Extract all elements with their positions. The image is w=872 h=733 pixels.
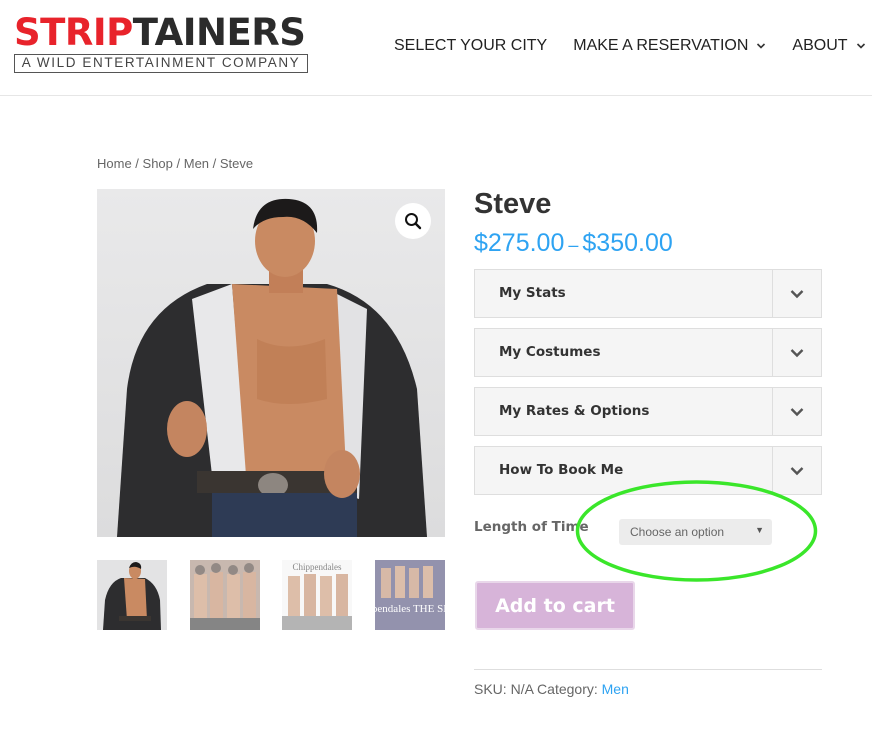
nav-item-select-city[interactable]: SELECT YOUR CITY [394, 37, 547, 55]
chevron-down-icon [790, 348, 804, 357]
price-separator: – [568, 235, 579, 255]
breadcrumb-current: Steve [219, 156, 254, 171]
meta-divider [474, 669, 822, 670]
breadcrumb-separator: / [172, 156, 184, 171]
caret-down-icon: ▼ [755, 525, 764, 535]
logo-wordmark: STRIPTAINERS [14, 14, 310, 52]
thumbnail-brand-text: Chippendales [293, 562, 342, 572]
magnifier-icon [405, 213, 422, 230]
thumbnail-4[interactable]: Chippendales THE SHOW [374, 560, 445, 630]
product-title: Steve [474, 188, 552, 220]
thumbnail-1[interactable] [97, 560, 167, 630]
accordion-toggle[interactable] [772, 447, 821, 494]
chevron-down-icon [757, 43, 766, 49]
thumbnail-show-text: Chippendales THE SHOW [375, 603, 445, 615]
thumbnail-image: Chippendales THE SHOW [374, 560, 445, 630]
accordion-how-to-book[interactable]: How To Book Me [474, 446, 822, 495]
variation-label: Length of Time [474, 519, 589, 535]
site-header: STRIPTAINERS A WILD ENTERTAINMENT COMPAN… [0, 0, 872, 96]
accordion-my-stats[interactable]: My Stats [474, 269, 822, 318]
sku-value: N/A [510, 681, 534, 697]
breadcrumb-home[interactable]: Home [97, 156, 132, 171]
accordion-label: My Rates & Options [499, 403, 650, 419]
breadcrumb-category[interactable]: Men [184, 156, 209, 171]
zoom-button[interactable] [395, 203, 431, 239]
thumbnail-2[interactable] [189, 560, 260, 630]
thumbnail-image [189, 560, 260, 630]
accordion-my-rates-options[interactable]: My Rates & Options [474, 387, 822, 436]
logo-tainers-text: TAINERS [132, 11, 306, 54]
accordion-label: My Costumes [499, 344, 601, 360]
chevron-down-icon [790, 289, 804, 298]
logo-strip-text: STRIP [14, 11, 133, 54]
site-logo[interactable]: STRIPTAINERS A WILD ENTERTAINMENT COMPAN… [14, 14, 310, 73]
thumbnail-3[interactable]: Chippendales [282, 560, 353, 630]
category-label: Category: [537, 681, 598, 697]
logo-tagline: A WILD ENTERTAINMENT COMPANY [14, 54, 308, 73]
thumbnail-image [97, 560, 167, 630]
length-of-time-select[interactable]: Choose an option ▼ [619, 519, 772, 545]
sku-label: SKU: [474, 681, 507, 697]
nav-label: MAKE A RESERVATION [573, 37, 749, 54]
product-price: $275.00– $350.00 [474, 229, 673, 258]
price-min: $275.00 [474, 229, 565, 257]
product-main-image[interactable] [97, 189, 445, 537]
product-meta: SKU: N/A Category: Men [474, 681, 629, 697]
chevron-down-icon [790, 466, 804, 475]
accordion-toggle[interactable] [772, 270, 821, 317]
performer-photo [117, 198, 427, 537]
breadcrumb: Home / Shop / Men / Steve [97, 156, 253, 171]
accordion-label: How To Book Me [499, 462, 624, 478]
add-to-cart-button[interactable]: Add to cart [475, 581, 635, 630]
accordion-label: My Stats [499, 285, 566, 301]
nav-label: ABOUT [792, 37, 848, 54]
breadcrumb-separator: / [131, 156, 143, 171]
accordion-toggle[interactable] [772, 388, 821, 435]
nav-item-make-reservation[interactable]: MAKE A RESERVATION [573, 37, 766, 55]
chevron-down-icon [790, 407, 804, 416]
accordion-toggle[interactable] [772, 329, 821, 376]
nav-item-about[interactable]: ABOUT [792, 37, 865, 55]
breadcrumb-separator: / [209, 156, 220, 171]
main-nav: SELECT YOUR CITY MAKE A RESERVATION ABOU… [394, 37, 866, 55]
breadcrumb-shop[interactable]: Shop [143, 156, 173, 171]
category-link[interactable]: Men [602, 681, 629, 697]
thumbnail-image: Chippendales [282, 560, 353, 630]
price-max: $350.00 [582, 229, 673, 257]
product-thumbnails: Chippendales Chippendales THE SHOW [97, 560, 445, 630]
accordion-my-costumes[interactable]: My Costumes [474, 328, 822, 377]
nav-label: SELECT YOUR CITY [394, 37, 548, 54]
select-value: Choose an option [630, 525, 725, 539]
chevron-down-icon [856, 43, 865, 49]
